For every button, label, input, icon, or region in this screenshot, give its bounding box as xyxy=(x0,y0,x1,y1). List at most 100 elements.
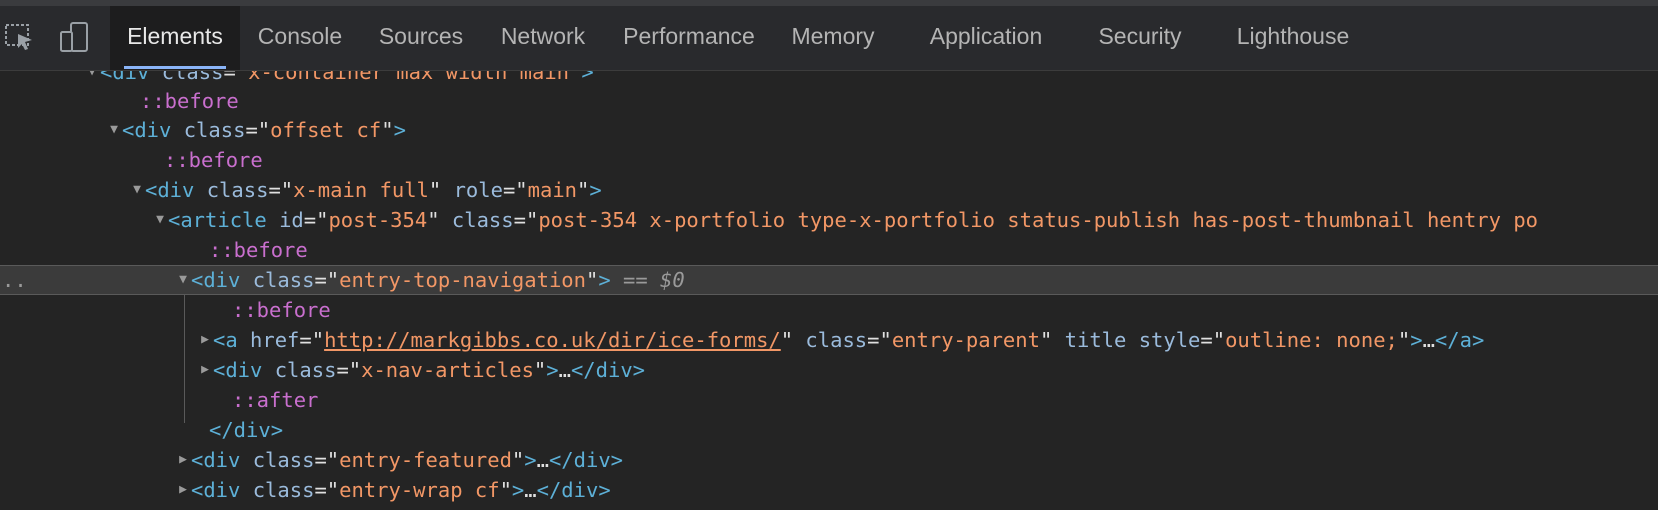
token-attr: role xyxy=(441,178,503,202)
token-text: =" xyxy=(513,208,539,232)
dom-node[interactable]: ▼ <div class="x-container max width main"… xyxy=(0,71,1658,87)
token-tag: </div> xyxy=(548,448,624,472)
token-text: " xyxy=(427,208,440,232)
token-text: =" xyxy=(1200,328,1226,352)
token-attr: class xyxy=(240,478,315,502)
token-tag: <div xyxy=(191,448,241,472)
token-text: " xyxy=(577,178,590,202)
tab-network[interactable]: Network xyxy=(490,6,596,70)
token-text: =" xyxy=(314,448,340,472)
token-attr: class xyxy=(793,328,868,352)
token-val: post-354 x-portfolio type-x-portfolio st… xyxy=(538,208,1539,232)
dom-node[interactable]: ::before xyxy=(0,295,1658,325)
token-tag: "> xyxy=(569,71,594,84)
token-val: x-nav-articles xyxy=(361,358,534,382)
token-pseudo: ::after xyxy=(232,388,319,412)
dom-node[interactable]: ▼ <article id="post-354" class="post-354 … xyxy=(0,205,1658,235)
dom-node[interactable]: ▶ <div class="entry-wrap cf">…</div> xyxy=(0,475,1658,505)
token-tag: > xyxy=(393,118,406,142)
expand-arrow-right-icon[interactable]: ▶ xyxy=(197,355,213,385)
dom-node[interactable]: </div> xyxy=(0,415,1658,445)
token-tag: <a xyxy=(213,328,238,352)
dom-node[interactable]: ▶ <div class="entry-featured">…</div> xyxy=(0,445,1658,475)
tab-memory[interactable]: Memory xyxy=(780,6,886,70)
dom-node[interactable]: ::before xyxy=(0,235,1658,265)
token-tag: <div xyxy=(191,478,241,502)
tab-sources[interactable]: Sources xyxy=(368,6,474,70)
token-text: " xyxy=(381,118,394,142)
token-text: =" xyxy=(299,328,325,352)
token-tag: </a> xyxy=(1434,328,1485,352)
token-text: =" xyxy=(336,358,362,382)
token-attr: class xyxy=(171,118,246,142)
expand-arrow-down-icon[interactable]: ▼ xyxy=(152,205,168,235)
tab-console[interactable]: Console xyxy=(246,6,354,70)
token-text: =" xyxy=(314,478,340,502)
token-tag: > xyxy=(598,268,611,292)
token-attr: title style xyxy=(1052,328,1201,352)
token-text: " xyxy=(585,268,599,292)
token-text: " xyxy=(428,178,442,202)
expand-arrow-down-icon[interactable]: ▼ xyxy=(175,266,191,294)
token-tag: <div xyxy=(100,71,150,84)
token-tag: <div xyxy=(191,268,241,292)
token-attr: class xyxy=(240,268,315,292)
expand-arrow-down-icon[interactable]: ▼ xyxy=(106,115,122,145)
token-dim: == xyxy=(610,268,661,292)
token-attr: class xyxy=(262,358,337,382)
dom-node[interactable]: ▼ <div class="x-main full" role="main"> xyxy=(0,175,1658,205)
token-attr: id xyxy=(266,208,304,232)
token-text: =" xyxy=(502,178,528,202)
token-text: … xyxy=(536,448,549,472)
token-text: … xyxy=(558,358,571,382)
token-val: entry-parent xyxy=(891,328,1040,352)
expand-arrow-right-icon[interactable]: ▶ xyxy=(197,325,213,355)
token-text: =" xyxy=(268,178,294,202)
expand-arrow-right-icon[interactable]: ▶ xyxy=(175,445,191,475)
tab-elements[interactable]: Elements xyxy=(110,6,240,70)
token-text: " xyxy=(1397,328,1411,352)
token-tag: > xyxy=(511,478,525,502)
token-attr: class xyxy=(194,178,269,202)
dom-node[interactable]: ::after xyxy=(0,385,1658,415)
device-toolbar-icon[interactable] xyxy=(58,20,92,54)
token-val: entry-top-navigation xyxy=(339,268,586,292)
tab-lighthouse[interactable]: Lighthouse xyxy=(1224,6,1362,70)
expand-arrow-right-icon[interactable]: ▶ xyxy=(175,475,191,505)
dom-node[interactable]: ::before xyxy=(0,145,1658,175)
dom-node-selected[interactable]: .. ▼ <div class="entry-top-navigation"> ==… xyxy=(0,265,1658,295)
token-tag: <div xyxy=(145,178,195,202)
dom-node[interactable]: ▶ <a href="http://markgibbs.co.uk/dir/ice… xyxy=(0,325,1658,355)
token-text: " xyxy=(533,358,547,382)
tab-performance[interactable]: Performance xyxy=(614,6,764,70)
token-text: … xyxy=(1422,328,1435,352)
expand-arrow-down-icon[interactable]: ▼ xyxy=(84,71,100,87)
token-text: " xyxy=(780,328,794,352)
selection-marker: .. xyxy=(2,268,27,292)
token-tag: > xyxy=(524,448,537,472)
token-text: " xyxy=(1039,328,1053,352)
dom-node[interactable]: ::before xyxy=(0,86,1658,116)
token-text: =" xyxy=(867,328,892,352)
token-val: offset cf xyxy=(270,118,382,142)
token-link[interactable]: http://markgibbs.co.uk/dir/ice-forms/ xyxy=(324,328,781,352)
token-tag: <div xyxy=(213,358,263,382)
dom-node[interactable]: ▶ <div class="x-nav-articles">…</div> xyxy=(0,355,1658,385)
token-val: x-main full xyxy=(293,178,429,202)
token-ref: $0 xyxy=(660,268,685,292)
token-text: =" xyxy=(223,71,249,84)
token-tag: > xyxy=(1410,328,1423,352)
inspect-element-icon[interactable] xyxy=(3,20,37,54)
token-pseudo: ::before xyxy=(164,148,263,172)
expand-arrow-down-icon[interactable]: ▼ xyxy=(129,175,145,205)
tab-application[interactable]: Application xyxy=(918,6,1054,70)
token-pseudo: ::before xyxy=(209,238,308,262)
dom-node[interactable]: ▼ <div class="offset cf"> xyxy=(0,115,1658,145)
token-tag: </div> xyxy=(536,478,611,502)
devtools-toolbar: Elements Console Sources Network Perform… xyxy=(0,0,1658,71)
token-text: " xyxy=(499,478,512,502)
token-tag: </div> xyxy=(570,358,646,382)
token-attr: class xyxy=(439,208,514,232)
token-val: entry-wrap cf xyxy=(339,478,500,502)
tab-security[interactable]: Security xyxy=(1086,6,1194,70)
